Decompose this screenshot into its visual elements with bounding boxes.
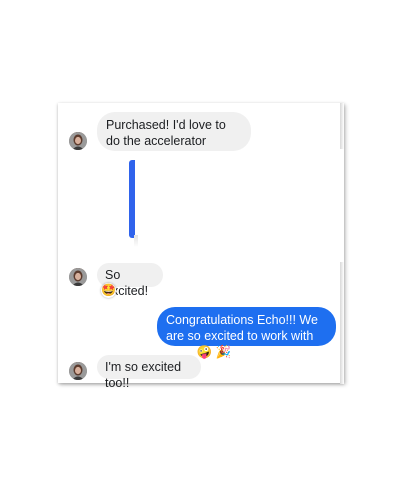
media-attachment-shadow	[134, 235, 138, 247]
sender-avatar[interactable]	[69, 362, 87, 380]
avatar-photo-icon	[69, 268, 87, 286]
message-bubble[interactable]: Purchased! I'd love to do the accelerato…	[97, 112, 251, 151]
sender-avatar[interactable]	[69, 268, 87, 286]
avatar-photo-icon	[69, 132, 87, 150]
message-bubble-outgoing[interactable]: Congratulations Echo!!! We are so excite…	[157, 307, 336, 359]
message-bubble[interactable]: I'm so excited too!!	[97, 355, 201, 390]
sender-avatar[interactable]	[69, 132, 87, 150]
reaction-badge[interactable]: 🤩	[101, 283, 116, 298]
media-attachment[interactable]	[129, 160, 135, 238]
page: Purchased! I'd love to do the accelerato…	[0, 0, 400, 500]
avatar-photo-icon	[69, 362, 87, 380]
panel-edge	[340, 262, 344, 384]
star-struck-emoji-icon: 🤩	[101, 283, 116, 297]
panel-edge	[340, 103, 344, 149]
